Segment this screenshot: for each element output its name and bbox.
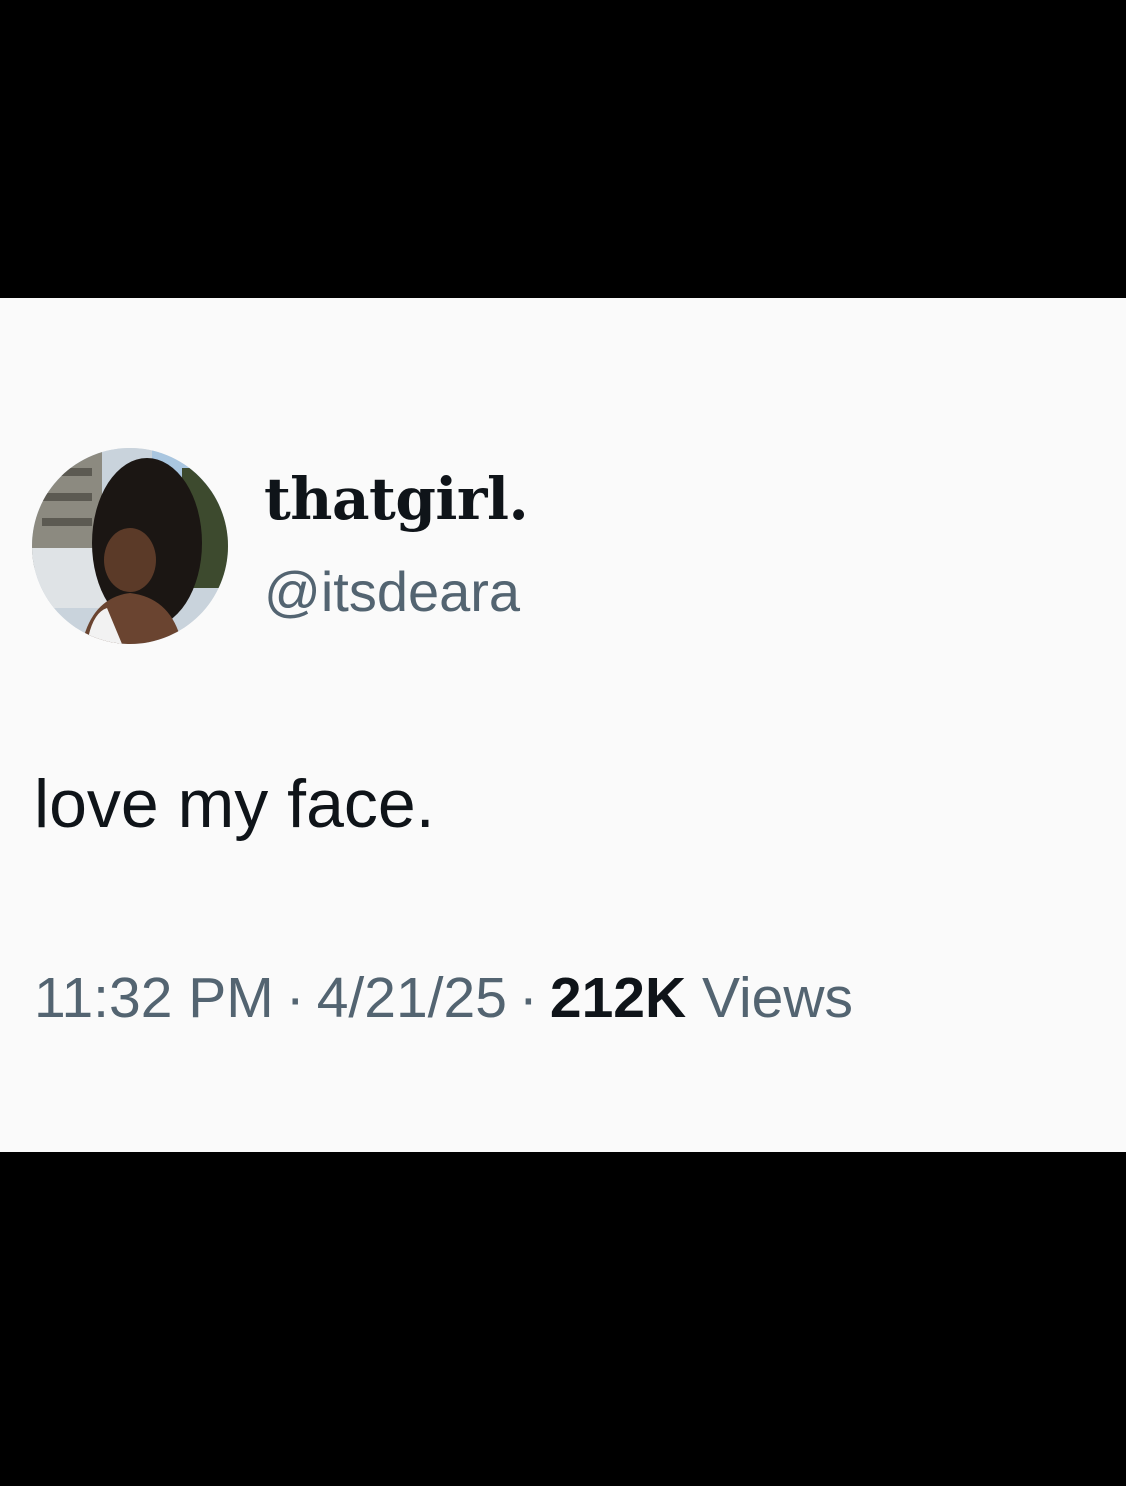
display-name[interactable]: thatgirl.: [264, 470, 529, 528]
tweet-text: love my face.: [34, 766, 435, 842]
tweet-date[interactable]: 4/21/25: [317, 966, 507, 1030]
views-count[interactable]: 212K: [550, 966, 686, 1030]
tweet-meta: 11:32 PM · 4/21/25 · 212K Views: [34, 970, 853, 1027]
meta-separator: ·: [285, 966, 305, 1030]
tweet-time[interactable]: 11:32 PM: [34, 966, 274, 1030]
avatar[interactable]: [32, 448, 228, 644]
avatar-photo: [32, 448, 228, 644]
user-handle[interactable]: @itsdeara: [264, 564, 520, 620]
screen: thatgirl. @itsdeara love my face. 11:32 …: [0, 0, 1126, 1486]
tweet-card: thatgirl. @itsdeara love my face. 11:32 …: [0, 298, 1126, 1152]
meta-separator: ·: [518, 966, 538, 1030]
views-label: Views: [702, 966, 854, 1030]
letterbox-bottom: [0, 1152, 1126, 1486]
letterbox-top: [0, 0, 1126, 298]
